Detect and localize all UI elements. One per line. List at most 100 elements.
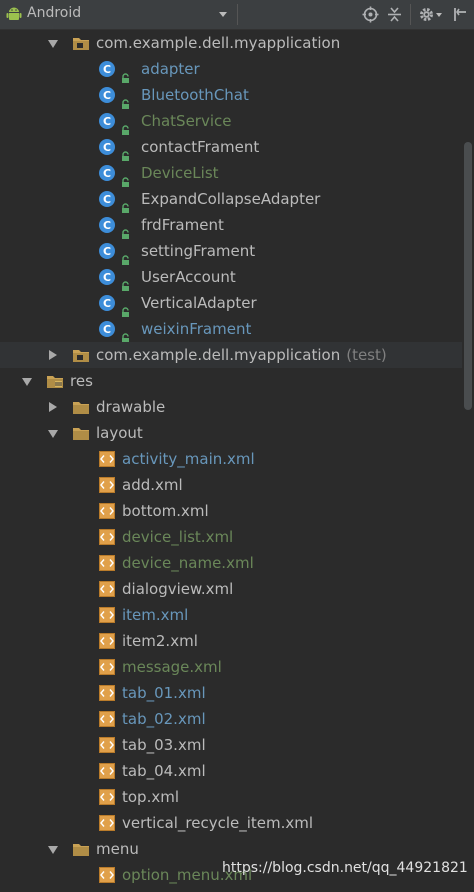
tree-item-settingframent[interactable]: CsettingFrament	[0, 238, 462, 265]
project-view-selector[interactable]: Android	[27, 5, 81, 21]
gear-dropdown-icon[interactable]	[436, 13, 442, 17]
tree-item-label: menu	[96, 840, 139, 858]
java-class-icon: C	[98, 190, 116, 208]
xml-file-icon	[98, 554, 116, 572]
resource-folder-icon	[46, 372, 64, 390]
tree-item-useraccount[interactable]: C UserAccount	[0, 264, 462, 291]
tree-item-bluetoothchat[interactable]: C BluetoothChat	[0, 82, 462, 109]
collapse-all-icon[interactable]	[386, 6, 403, 23]
tree-item-label: adapter	[141, 60, 200, 78]
tree-item-menu[interactable]: menu	[0, 836, 462, 862]
scrollbar-thumb[interactable]	[464, 142, 472, 410]
svg-text:C: C	[103, 219, 111, 232]
xml-file-icon	[98, 606, 116, 624]
gear-icon[interactable]	[418, 6, 435, 23]
tree-item-label: tab_02.xml	[122, 710, 206, 728]
collapsed-arrow-icon[interactable]	[49, 350, 57, 360]
java-class-icon: C	[98, 320, 116, 338]
chevron-down-icon[interactable]	[219, 12, 227, 17]
tree-item-label: item2.xml	[122, 632, 198, 650]
xml-file-icon	[98, 814, 116, 832]
tree-item-contactframent[interactable]: CcontactFrament	[0, 134, 462, 161]
svg-text:C: C	[103, 297, 111, 310]
expanded-arrow-icon[interactable]	[22, 378, 32, 386]
tree-item-label: com.example.dell.myapplication	[96, 346, 341, 364]
public-access-icon	[121, 221, 130, 239]
tree-item-device-list-xml[interactable]: device_list.xml	[0, 524, 462, 550]
xml-file-icon	[98, 632, 116, 650]
java-class-icon: C	[98, 138, 116, 156]
tree-item-tab-04-xml[interactable]: tab_04.xml	[0, 758, 462, 784]
xml-file-icon	[98, 710, 116, 728]
public-access-icon	[121, 169, 130, 187]
tree-item-label: ChatService	[141, 112, 232, 130]
package-icon	[72, 346, 90, 364]
tree-item-tab-01-xml[interactable]: tab_01.xml	[0, 680, 462, 706]
tree-item-label: weixinFrament	[141, 320, 252, 338]
tree-item-drawable[interactable]: drawable	[0, 394, 462, 420]
tree-item-item2-xml[interactable]: item2.xml	[0, 628, 462, 654]
tree-item-tab-02-xml[interactable]: tab_02.xml	[0, 706, 462, 732]
tree-item-activity-main-xml[interactable]: activity_main.xml	[0, 446, 462, 472]
tree-item-message-xml[interactable]: message.xml	[0, 654, 462, 680]
tree-item-device-name-xml[interactable]: device_name.xml	[0, 550, 462, 576]
xml-file-icon	[98, 502, 116, 520]
xml-file-icon	[98, 736, 116, 754]
xml-file-icon	[98, 528, 116, 546]
tree-item-add-xml[interactable]: add.xml	[0, 472, 462, 498]
java-class-icon: C	[98, 242, 116, 260]
tree-item-layout[interactable]: layout	[0, 420, 462, 446]
xml-file-icon	[98, 658, 116, 676]
collapsed-arrow-icon[interactable]	[49, 402, 57, 412]
tree-item-bottom-xml[interactable]: bottom.xml	[0, 498, 462, 524]
tree-item-label: tab_03.xml	[122, 736, 206, 754]
tree-item-com-example-dell-myapplication[interactable]: com.example.dell.myapplication	[0, 30, 462, 56]
tree-item-label: settingFrament	[141, 242, 256, 260]
public-access-icon	[121, 299, 130, 317]
tree-item-label: message.xml	[122, 658, 222, 676]
tree-item-tab-03-xml[interactable]: tab_03.xml	[0, 732, 462, 758]
expanded-arrow-icon[interactable]	[48, 430, 58, 438]
xml-file-icon	[98, 476, 116, 494]
tree-item-expandcollapseadapter[interactable]: C ExpandCollapseAdapter	[0, 186, 462, 213]
xml-file-icon	[98, 788, 116, 806]
xml-file-icon	[98, 762, 116, 780]
xml-file-icon	[98, 866, 116, 884]
tree-item-weixinframent[interactable]: CweixinFrament	[0, 316, 462, 343]
tree-item-label: UserAccount	[141, 268, 236, 286]
vertical-scrollbar[interactable]	[462, 30, 474, 888]
tree-item-label: device_list.xml	[122, 528, 234, 546]
locate-icon[interactable]	[362, 6, 379, 23]
tree-item-com-example-dell-myapplication[interactable]: com.example.dell.myapplication (test)	[0, 342, 462, 368]
package-icon	[72, 34, 90, 52]
tree-item-label: dialogview.xml	[122, 580, 234, 598]
tree-item-label: contactFrament	[141, 138, 260, 156]
tree-item-chatservice[interactable]: C ChatService	[0, 108, 462, 135]
java-class-icon: C	[98, 268, 116, 286]
xml-file-icon	[98, 580, 116, 598]
tree-item-dialogview-xml[interactable]: dialogview.xml	[0, 576, 462, 602]
watermark-text: https://blog.csdn.net/qq_44921821	[222, 860, 468, 876]
public-access-icon	[121, 247, 130, 265]
toolbar-divider	[410, 4, 411, 25]
tree-item-label: tab_01.xml	[122, 684, 206, 702]
tree-item-adapter[interactable]: Cadapter	[0, 56, 462, 83]
folder-icon	[72, 424, 90, 442]
tree-item-item-xml[interactable]: item.xml	[0, 602, 462, 628]
expanded-arrow-icon[interactable]	[48, 40, 58, 48]
public-access-icon	[121, 117, 130, 135]
svg-text:C: C	[103, 323, 111, 336]
tree-item-frdframent[interactable]: CfrdFrament	[0, 212, 462, 239]
tree-item-top-xml[interactable]: top.xml	[0, 784, 462, 810]
tree-item-vertical-recycle-item-xml[interactable]: vertical_recycle_item.xml	[0, 810, 462, 836]
java-class-icon: C	[98, 216, 116, 234]
svg-text:C: C	[103, 115, 111, 128]
tree-item-label: BluetoothChat	[141, 86, 249, 104]
tree-item-res[interactable]: res	[0, 368, 462, 394]
tree-item-devicelist[interactable]: C DeviceList	[0, 160, 462, 187]
hide-panel-icon[interactable]	[452, 6, 469, 23]
public-access-icon	[121, 143, 130, 161]
tree-item-verticaladapter[interactable]: C VerticalAdapter	[0, 290, 462, 317]
xml-file-icon	[98, 684, 116, 702]
expanded-arrow-icon[interactable]	[48, 846, 58, 854]
